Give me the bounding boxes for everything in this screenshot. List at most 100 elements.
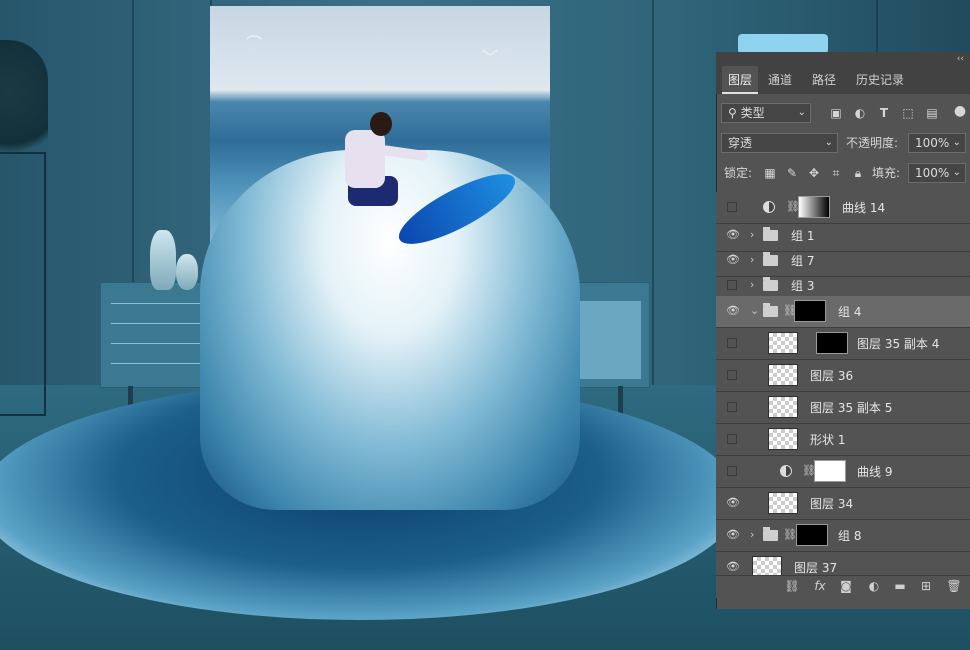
layer-row[interactable]: 👁︎ 图层 37 (716, 552, 970, 575)
search-icon: ⚲ (728, 106, 737, 120)
layer-name[interactable]: 组 8 (838, 520, 861, 552)
visibility-toggle[interactable] (727, 434, 737, 444)
layer-row[interactable]: 👁︎ › ⛓ 组 8 (716, 520, 970, 552)
folder-icon (763, 277, 778, 291)
cabinet-drawer (111, 343, 209, 362)
layer-row[interactable]: 图层 35 副本 5 (716, 392, 970, 424)
tab-paths[interactable]: 路径 (806, 66, 842, 94)
smart-object-thumbnail[interactable] (768, 492, 798, 514)
eye-icon[interactable]: 👁︎ (726, 253, 740, 267)
folder-icon (763, 303, 778, 317)
new-group-icon[interactable]: ▬ (892, 579, 908, 593)
lock-all-icon[interactable]: 🔒︎ (850, 165, 866, 181)
folder-icon (763, 527, 778, 541)
plant (0, 40, 48, 170)
cabinet-drawer (111, 303, 209, 322)
layer-thumbnail[interactable] (768, 364, 798, 386)
chevron-right-icon[interactable]: › (750, 528, 754, 542)
shape-layer-thumbnail[interactable] (768, 428, 798, 450)
visibility-toggle[interactable] (727, 202, 737, 212)
type-filter-icon[interactable]: T (876, 105, 892, 121)
shape-filter-icon[interactable]: ⬚ (900, 105, 916, 121)
filter-toggle-icon[interactable]: ● (952, 103, 968, 119)
cabinet-drawer (111, 363, 209, 382)
link-icon[interactable]: ⛓ (783, 528, 797, 541)
tab-history[interactable]: 历史记录 (850, 66, 910, 94)
chevron-right-icon[interactable]: › (750, 253, 754, 267)
layer-mask-thumbnail[interactable] (794, 300, 826, 322)
chevron-down-icon: ⌄ (824, 137, 833, 148)
cabinet-leg (618, 386, 623, 414)
visibility-toggle[interactable] (727, 370, 737, 380)
layer-name[interactable]: 图层 37 (794, 552, 837, 575)
collapse-icon[interactable]: ‹‹ (957, 54, 970, 64)
layer-mask-thumbnail[interactable] (816, 332, 848, 354)
layer-name[interactable]: 图层 34 (810, 488, 853, 520)
image-filter-icon[interactable]: ▣ (828, 105, 844, 121)
layer-row[interactable]: 图层 35 副本 4 (716, 328, 970, 360)
visibility-toggle[interactable] (727, 280, 737, 290)
layer-thumbnail[interactable] (752, 556, 782, 575)
blend-row: 穿透 ⌄ 不透明度: 100% ⌄ (716, 132, 970, 156)
eye-icon[interactable]: 👁︎ (726, 560, 740, 574)
add-mask-icon[interactable]: ◙ (838, 579, 854, 593)
layer-thumbnail[interactable] (768, 332, 798, 354)
tab-layers[interactable]: 图层 (722, 66, 759, 94)
layer-name[interactable]: 曲线 9 (857, 456, 892, 488)
chevron-down-icon: ⌄ (952, 137, 961, 148)
fill-field[interactable]: 100% ⌄ (908, 163, 966, 183)
smart-object-filter-icon[interactable]: ▤ (924, 105, 940, 121)
shelf-frame (0, 152, 46, 416)
layer-name[interactable]: 组 4 (838, 296, 861, 328)
lock-transparent-icon[interactable]: ▦ (762, 165, 778, 181)
layer-row[interactable]: 图层 36 (716, 360, 970, 392)
panel-collapse-bar[interactable]: ‹‹ (716, 52, 970, 66)
layer-row-selected[interactable]: 👁︎ ⌄ ⛓ 组 4 (716, 296, 970, 328)
visibility-toggle[interactable] (727, 466, 737, 476)
layer-mask-thumbnail[interactable] (814, 460, 846, 482)
lock-artboard-icon[interactable]: ⌗ (828, 165, 844, 181)
visibility-toggle[interactable] (727, 338, 737, 348)
fx-icon[interactable]: fx (812, 579, 828, 593)
opacity-field[interactable]: 100% ⌄ (908, 133, 966, 153)
layer-row[interactable]: ⛓ 曲线 9 (716, 456, 970, 488)
layer-name[interactable]: 图层 35 副本 4 (857, 328, 939, 360)
folder-icon (763, 252, 778, 266)
new-layer-icon[interactable]: ⊞ (918, 579, 934, 593)
new-adjustment-icon[interactable]: ◐ (866, 579, 882, 593)
chevron-right-icon[interactable]: › (750, 278, 754, 292)
layer-thumbnail[interactable] (768, 396, 798, 418)
layer-mask-thumbnail[interactable] (796, 524, 828, 546)
chevron-down-icon: ⌄ (797, 107, 806, 118)
layer-mask-thumbnail[interactable] (798, 196, 830, 218)
blend-mode-select[interactable]: 穿透 ⌄ (721, 133, 838, 153)
eye-icon[interactable]: 👁︎ (726, 528, 740, 542)
blend-mode-value: 穿透 (728, 136, 753, 150)
eye-icon[interactable]: 👁︎ (726, 304, 740, 318)
eye-icon[interactable]: 👁︎ (726, 228, 740, 242)
eye-icon[interactable]: 👁︎ (726, 496, 740, 510)
layers-list[interactable]: ⛓ 曲线 14 👁︎ › 组 1 👁︎ › 组 7 › 组 3 👁︎ ⌄ ⛓ 组… (716, 192, 970, 575)
folder-icon (763, 227, 778, 241)
layer-name[interactable]: 图层 36 (810, 360, 853, 392)
lock-position-icon[interactable]: ✥ (806, 165, 822, 181)
layer-name[interactable]: 图层 35 副本 5 (810, 392, 892, 424)
opacity-value: 100% (915, 136, 950, 150)
filter-type-select[interactable]: ⚲ 类型 ⌄ (721, 103, 811, 123)
visibility-toggle[interactable] (727, 402, 737, 412)
filter-type-label: 类型 (740, 106, 765, 120)
filter-row: ⚲ 类型 ⌄ ▣ ◐ T ⬚ ▤ ● (716, 102, 970, 126)
chevron-down-icon[interactable]: ⌄ (750, 304, 759, 318)
tab-channels[interactable]: 通道 (762, 66, 798, 94)
seagull: ⌒ (246, 34, 263, 53)
adjustment-filter-icon[interactable]: ◐ (852, 105, 868, 121)
surfer-head (370, 112, 392, 136)
delete-layer-icon[interactable]: 🗑︎ (946, 579, 962, 593)
layer-name[interactable]: 形状 1 (810, 424, 845, 456)
lock-image-icon[interactable]: ✎ (784, 165, 800, 181)
layer-row[interactable]: 形状 1 (716, 424, 970, 456)
chevron-down-icon: ⌄ (952, 167, 961, 178)
layer-row[interactable]: 👁︎ 图层 34 (716, 488, 970, 520)
chevron-right-icon[interactable]: › (750, 228, 754, 242)
link-layers-icon[interactable]: ⛓ (784, 579, 800, 593)
